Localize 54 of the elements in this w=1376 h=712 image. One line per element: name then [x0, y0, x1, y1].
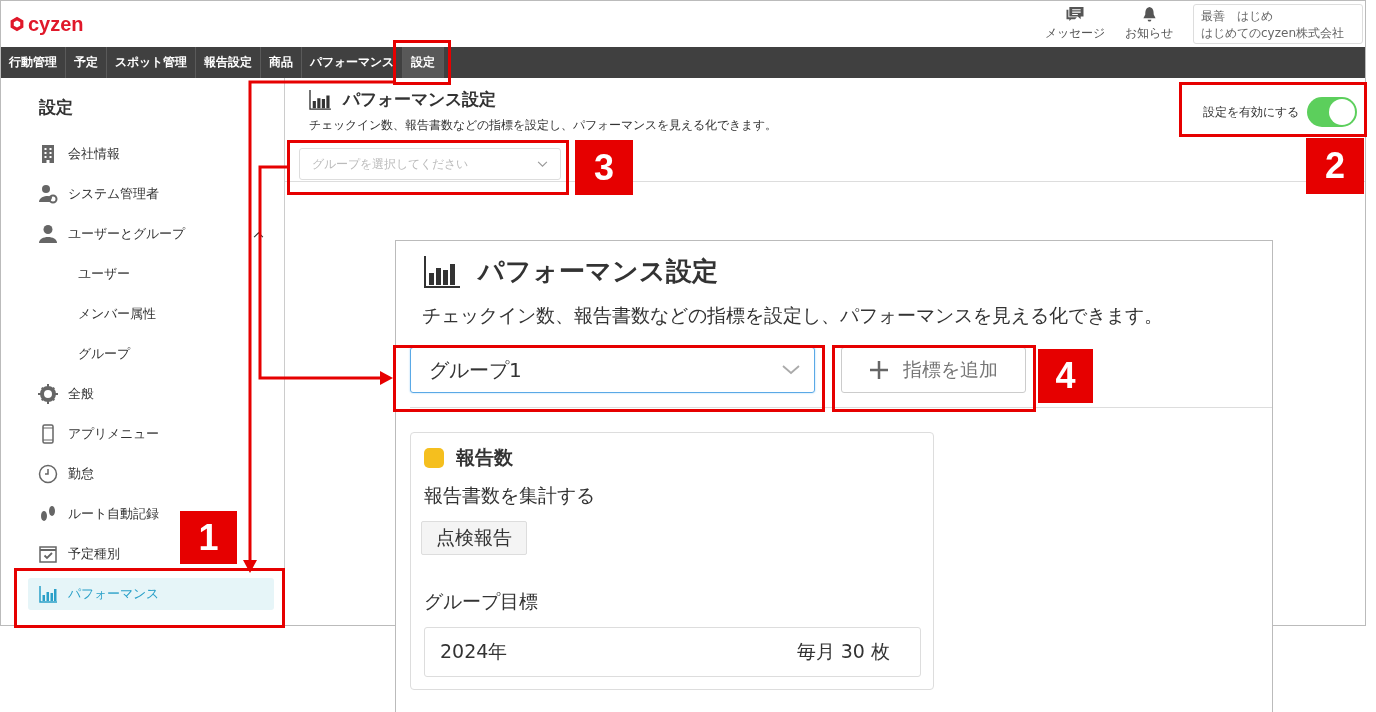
- settings-icon: [38, 384, 58, 404]
- logo-icon: [9, 16, 25, 32]
- nav-tab[interactable]: 設定: [403, 47, 444, 78]
- add-metric-button[interactable]: 指標を追加: [841, 347, 1026, 393]
- step-number: 2: [1306, 138, 1364, 194]
- metric-description: 報告書数を集計する: [424, 483, 596, 508]
- sidebar-item[interactable]: 全般: [28, 378, 274, 410]
- step-number: 3: [575, 140, 633, 195]
- sidebar-item[interactable]: アプリメニュー: [28, 418, 274, 450]
- chevron-down-icon: [537, 160, 548, 168]
- highlight-frame: [393, 40, 451, 85]
- bell-icon[interactable]: [1141, 6, 1157, 23]
- sidebar-item[interactable]: システム管理者: [28, 178, 274, 210]
- plus-icon: [869, 360, 889, 380]
- nav-tab[interactable]: スポット管理: [107, 47, 196, 78]
- bar-chart-icon: [309, 89, 331, 110]
- group-select[interactable]: グループ1: [410, 347, 815, 393]
- nav-tab[interactable]: 行動管理: [1, 47, 66, 78]
- person-icon: [38, 224, 58, 244]
- step-number: 4: [1038, 349, 1093, 403]
- clock-icon: [38, 464, 58, 484]
- sidebar-subitem[interactable]: ユーザー: [1, 258, 284, 290]
- message-icon[interactable]: [1065, 6, 1085, 23]
- sidebar-subitem[interactable]: メンバー属性: [1, 298, 284, 330]
- user-menu[interactable]: 最善 はじめ はじめてのcyzen株式会社: [1193, 4, 1363, 44]
- calendar-check-icon: [38, 544, 58, 564]
- panel-title: パフォーマンス設定: [478, 255, 718, 288]
- toggle-switch[interactable]: [1307, 97, 1357, 127]
- chevron-down-icon: [782, 365, 800, 375]
- goal-label: グループ目標: [424, 589, 539, 614]
- notifications-label[interactable]: お知らせ: [1125, 25, 1173, 42]
- sidebar-item[interactable]: ユーザーとグループ: [28, 218, 274, 250]
- sidebar-item[interactable]: 勤怠: [28, 458, 274, 490]
- logo-text: cyzen: [28, 12, 84, 36]
- toggle-label: 設定を有効にする: [1203, 103, 1299, 121]
- sidebar-subitem[interactable]: グループ: [1, 338, 284, 370]
- goal-target: 毎月 30 枚: [796, 639, 890, 664]
- page-title: パフォーマンス設定: [343, 88, 496, 111]
- footprints-icon: [38, 504, 58, 524]
- page-description: チェックイン数、報告書数などの指標を設定し、パフォーマンスを見える化できます。: [309, 117, 777, 134]
- panel-description: チェックイン数、報告書数などの指標を設定し、パフォーマンスを見える化できます。: [422, 303, 1164, 328]
- bar-chart-icon: [424, 255, 460, 288]
- report-tag: 点検報告: [421, 521, 527, 555]
- sidebar-title: 設定: [38, 96, 74, 119]
- goal-year: 2024年: [440, 639, 508, 664]
- step-number: 1: [180, 511, 237, 564]
- nav-tab[interactable]: 商品: [261, 47, 302, 78]
- messages-label[interactable]: メッセージ: [1045, 25, 1105, 42]
- chevron-icon[interactable]: [253, 230, 264, 238]
- metric-name: 報告数: [456, 445, 513, 470]
- bar-chart-icon: [38, 584, 58, 604]
- sidebar-item[interactable]: 会社情報: [28, 138, 274, 170]
- nav-tab[interactable]: 報告設定: [196, 47, 261, 78]
- nav-tab[interactable]: 予定: [66, 47, 107, 78]
